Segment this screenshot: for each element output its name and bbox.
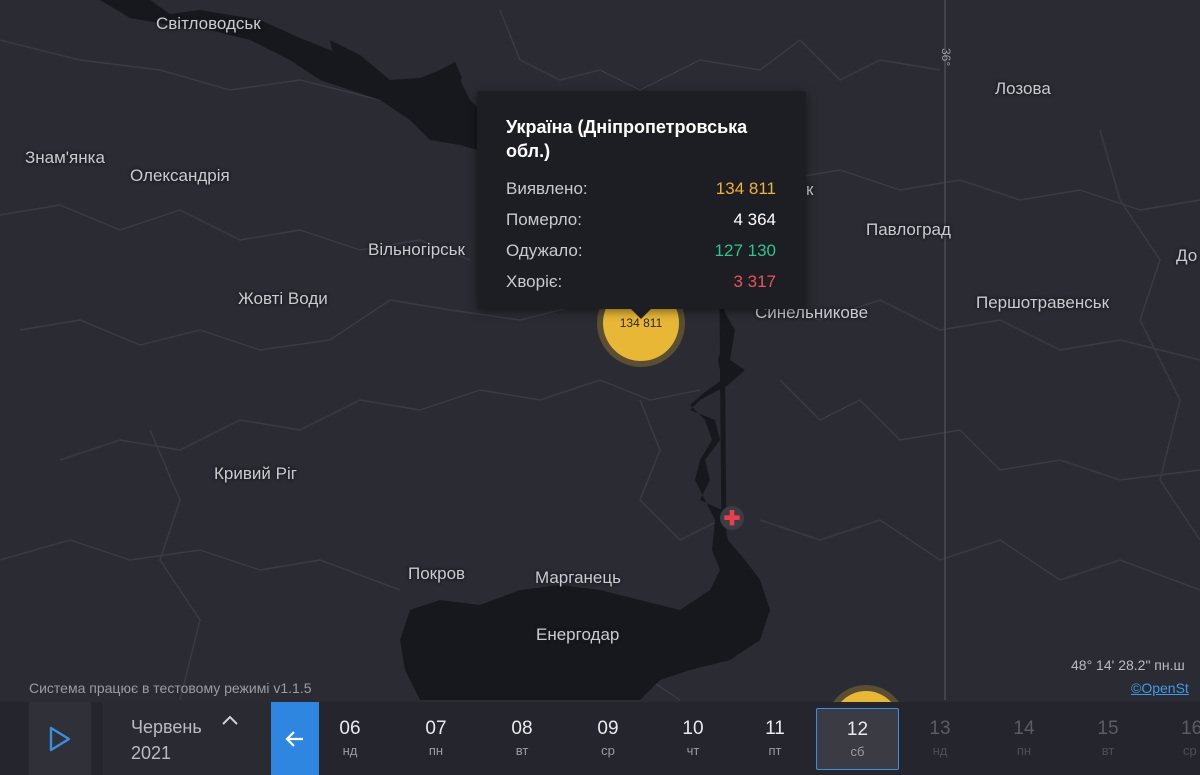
coordinates-readout: 48° 14' 28.2" пн.ш [1071, 657, 1185, 673]
city-label-pavlohrad: Павлоград [866, 220, 951, 239]
day-weekday: чт [686, 743, 700, 758]
play-button[interactable] [29, 702, 91, 775]
day-number: 11 [765, 718, 785, 739]
day-number: 08 [511, 718, 533, 739]
day-12-selected[interactable]: 12 сб [816, 708, 899, 770]
tooltip-label: Виявлено: [506, 178, 588, 198]
day-09[interactable]: 09 ср [578, 702, 638, 775]
day-weekday: вт [1101, 743, 1115, 758]
chevron-up-icon [222, 715, 238, 725]
tooltip-value-recovered: 127 130 [714, 240, 776, 260]
city-label-vilnohirsk: Вільногірськ [368, 240, 465, 259]
day-weekday: сб [850, 744, 865, 759]
day-07[interactable]: 07 пн [406, 702, 466, 775]
meridian-label: 36° [939, 48, 953, 67]
city-label-zhovti-vody: Жовті Води [238, 289, 328, 308]
city-label-marhanets: Марганець [535, 568, 621, 587]
day-number: 13 [929, 718, 951, 739]
day-number: 12 [846, 719, 869, 740]
tooltip-row-detected: Виявлено: 134 811 [506, 173, 776, 204]
day-11[interactable]: 11 пт [745, 702, 805, 775]
city-label-svitlovodsk: Світловодськ [156, 14, 261, 33]
day-number: 06 [339, 718, 361, 739]
city-label-pokrov: Покров [408, 564, 466, 583]
attribution-link[interactable]: ©OpenSt [1131, 680, 1189, 696]
city-label-edge-k: к [806, 180, 814, 199]
day-number: 16 [1181, 718, 1200, 739]
day-08[interactable]: 08 вт [492, 702, 552, 775]
tooltip-label: Померло: [506, 209, 582, 229]
day-number: 15 [1097, 718, 1119, 739]
day-weekday: пн [1016, 743, 1032, 758]
city-label-pershotravensk: Першотравенськ [976, 293, 1110, 312]
day-weekday: ср [1183, 743, 1197, 758]
tooltip-row-sick: Хворіє: 3 317 [506, 266, 776, 297]
day-14: 14 пн [994, 702, 1054, 775]
play-icon [49, 726, 71, 751]
day-13: 13 нд [910, 702, 970, 775]
tooltip-value-detected: 134 811 [715, 178, 776, 198]
day-number: 09 [597, 718, 619, 739]
day-number: 14 [1013, 718, 1035, 739]
day-weekday: пн [428, 743, 444, 758]
day-weekday: пт [768, 743, 782, 758]
year-label: 2021 [131, 743, 172, 763]
day-15: 15 вт [1078, 702, 1138, 775]
day-16: 16 ср [1163, 702, 1200, 775]
day-06[interactable]: 06 нд [320, 702, 380, 775]
city-label-kryvyi-rih: Кривий Ріг [214, 464, 297, 483]
tooltip-value-sick: 3 317 [733, 271, 776, 291]
tooltip-value-died: 4 364 [733, 209, 776, 229]
prev-week-button[interactable] [271, 702, 319, 775]
day-weekday: нд [342, 743, 358, 758]
day-weekday: ср [601, 743, 615, 758]
arrow-left-icon [285, 730, 303, 747]
city-label-enerhodar: Енергодар [536, 625, 620, 644]
day-number: 10 [682, 718, 704, 739]
region-tooltip: Україна (Дніпропетровська обл.) Виявлено… [477, 91, 806, 319]
month-selector[interactable]: Червень 2021 [103, 702, 271, 775]
tooltip-title: Україна (Дніпропетровська обл.) [506, 117, 748, 161]
tooltip-label: Одужало: [506, 240, 583, 260]
tooltip-label: Хворіє: [506, 271, 563, 291]
day-number: 07 [425, 718, 447, 739]
tooltip-row-died: Померло: 4 364 [506, 204, 776, 235]
city-label-oleksandriia: Олександрія [130, 166, 230, 185]
status-text: Система працює в тестовому режимі v1.1.5 [29, 680, 312, 696]
city-label-znamianka: Знам'янка [25, 148, 105, 167]
day-weekday: нд [932, 743, 948, 758]
day-10[interactable]: 10 чт [663, 702, 723, 775]
medical-cross-icon[interactable]: ✚ [720, 506, 744, 530]
city-label-lozova: Лозова [995, 79, 1051, 98]
month-label: Червень [131, 717, 202, 737]
tooltip-row-recovered: Одужало: 127 130 [506, 235, 776, 266]
day-weekday: вт [515, 743, 529, 758]
city-label-edge-do: До [1176, 246, 1198, 265]
